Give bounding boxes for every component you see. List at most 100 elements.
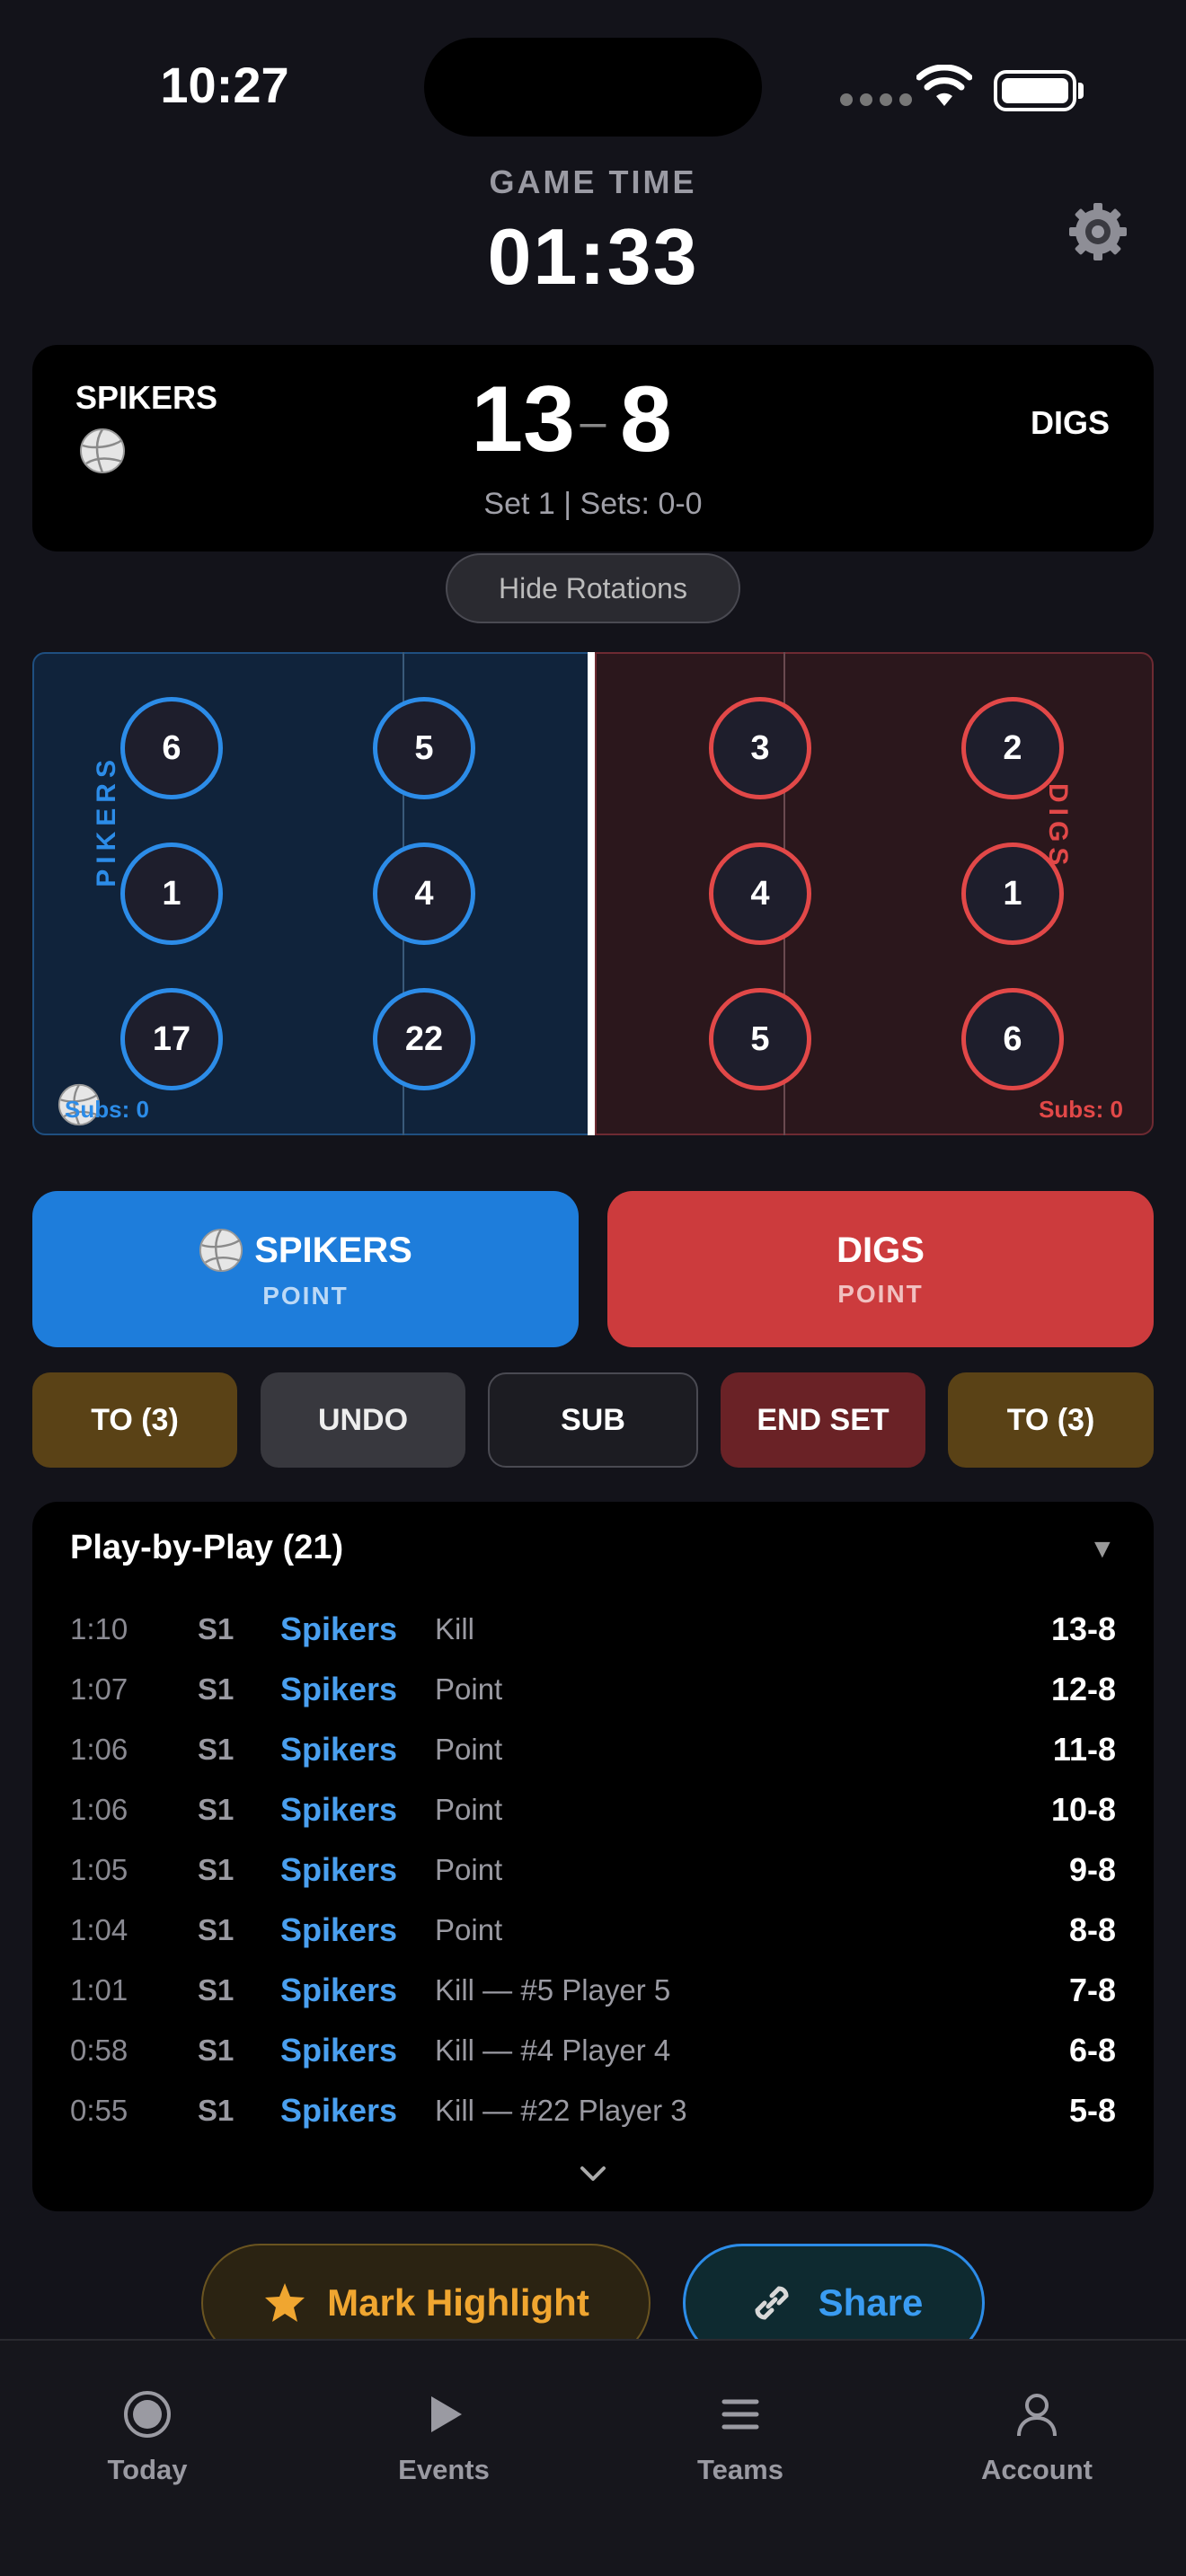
play-team: Spikers [280,1610,398,1647]
settings-gear-icon[interactable] [1066,199,1130,264]
player-left-pos-2[interactable]: 5 [373,697,475,799]
play-set: S1 [198,1852,235,1886]
record-icon [122,2389,173,2439]
play-set: S1 [198,1792,235,1826]
play-team: Spikers [280,1790,398,1828]
play-desc: Point [435,1672,503,1706]
tab-teams[interactable]: Teams [633,2389,848,2486]
play-team: Spikers [280,1850,398,1888]
team-right-name: DIGS [1030,404,1110,441]
mark-highlight-label: Mark Highlight [327,2281,589,2324]
player-left-pos-5[interactable]: 17 [120,988,223,1090]
player-left-pos-1[interactable]: 6 [120,697,223,799]
play-set: S1 [198,1732,235,1766]
player-right-pos-4[interactable]: 1 [961,842,1064,945]
volleyball-icon [199,1228,243,1273]
net-line [588,652,595,1135]
subs-count-left: Subs: 0 [65,1096,149,1123]
player-right-pos-2[interactable]: 2 [961,697,1064,799]
play-desc: Kill [435,1611,475,1645]
play-row[interactable]: 1:05 S1 Spikers Point 9-8 [70,1839,1116,1900]
game-time-label: GAME TIME [489,163,697,200]
play-score: 8-8 [1068,1910,1116,1948]
court-label-left-text: SPIKERS [92,754,121,889]
play-score: 6-8 [1068,2031,1116,2069]
play-row[interactable]: 0:58 S1 Spikers Kill — #4 Player 4 6-8 [70,2020,1116,2080]
hide-rotations-button[interactable]: Hide Rotations [446,553,740,623]
play-desc: Point [435,1792,503,1826]
play-row[interactable]: 1:01 S1 Spikers Kill — #5 Player 5 7-8 [70,1960,1116,2020]
dynamic-island [424,38,762,137]
play-row[interactable]: 1:06 S1 Spikers Point 11-8 [70,1719,1116,1779]
left-team-point-button[interactable]: SPIKERS POINT [32,1191,579,1347]
right-team-point-button[interactable]: DIGS POINT [607,1191,1154,1347]
tab-today[interactable]: Today [40,2389,255,2486]
player-left-pos-4[interactable]: 4 [373,842,475,945]
play-time: 1:01 [70,1972,128,2007]
play-time: 0:55 [70,2093,128,2127]
play-desc: Kill — #4 Player 4 [435,2033,671,2067]
play-row[interactable]: 1:07 S1 Spikers Point 12-8 [70,1659,1116,1719]
player-right-pos-3[interactable]: 4 [709,842,811,945]
player-right-pos-5[interactable]: 5 [709,988,811,1090]
play-team: Spikers [280,1670,398,1707]
play-score: 13-8 [1050,1610,1116,1647]
expand-chevron-down-icon[interactable] [575,2156,611,2192]
play-row[interactable]: 1:10 S1 Spikers Kill 13-8 [70,1599,1116,1659]
tab-account-label: Account [981,2454,1093,2485]
play-row[interactable]: 1:04 S1 Spikers Point 8-8 [70,1900,1116,1960]
player-left-pos-6[interactable]: 22 [373,988,475,1090]
subs-count-right: Subs: 0 [1039,1096,1123,1123]
serve-volleyball-icon [79,428,126,474]
cellular-signal-icon [840,93,912,106]
player-right-pos-1[interactable]: 3 [709,697,811,799]
right-point-team-label: DIGS [836,1230,925,1270]
sub-button[interactable]: SUB [488,1372,698,1468]
play-team: Spikers [280,1971,398,2008]
undo-button[interactable]: UNDO [261,1372,465,1468]
play-row[interactable]: 0:55 S1 Spikers Kill — #22 Player 3 5-8 [70,2080,1116,2140]
play-desc: Kill — #22 Player 3 [435,2093,687,2127]
play-team: Spikers [280,2091,398,2129]
court-right-side [595,652,1154,1135]
timeout-left-button[interactable]: TO (3) [32,1372,237,1468]
play-score: 7-8 [1068,1971,1116,2008]
play-score: 10-8 [1050,1790,1116,1828]
person-icon [1012,2389,1062,2439]
play-by-play-title[interactable]: Play-by-Play (21) [70,1529,343,1567]
play-desc: Point [435,1912,503,1946]
play-team: Spikers [280,1910,398,1948]
timeout-right-button[interactable]: TO (3) [948,1372,1154,1468]
tab-events[interactable]: Events [336,2389,552,2486]
collapse-triangle-icon[interactable]: ▼ [1089,1534,1116,1565]
play-time: 1:10 [70,1611,128,1645]
play-desc: Point [435,1852,503,1886]
left-point-team-label: SPIKERS [254,1230,412,1270]
play-score: 11-8 [1052,1730,1116,1768]
play-set: S1 [198,1912,235,1946]
tab-account[interactable]: Account [929,2389,1145,2486]
star-icon [265,2283,305,2322]
battery-tip [1078,83,1084,99]
play-team: Spikers [280,2031,398,2069]
play-score: 5-8 [1068,2091,1116,2129]
status-time: 10:27 [160,57,289,113]
end-set-button[interactable]: END SET [721,1372,925,1468]
play-row[interactable]: 1:06 S1 Spikers Point 10-8 [70,1779,1116,1839]
play-score: 12-8 [1050,1670,1116,1707]
play-time: 1:06 [70,1792,128,1826]
play-time: 1:06 [70,1732,128,1766]
play-time: 1:07 [70,1672,128,1706]
play-set: S1 [198,2033,235,2067]
player-right-pos-6[interactable]: 6 [961,988,1064,1090]
score-right: 8 [620,367,672,472]
play-set: S1 [198,1672,235,1706]
play-time: 1:04 [70,1912,128,1946]
play-desc: Point [435,1732,503,1766]
court-left-side [32,652,589,1135]
play-set: S1 [198,1972,235,2007]
list-icon [715,2389,766,2439]
play-time: 0:58 [70,2033,128,2067]
tab-events-label: Events [398,2454,490,2485]
player-left-pos-3[interactable]: 1 [120,842,223,945]
